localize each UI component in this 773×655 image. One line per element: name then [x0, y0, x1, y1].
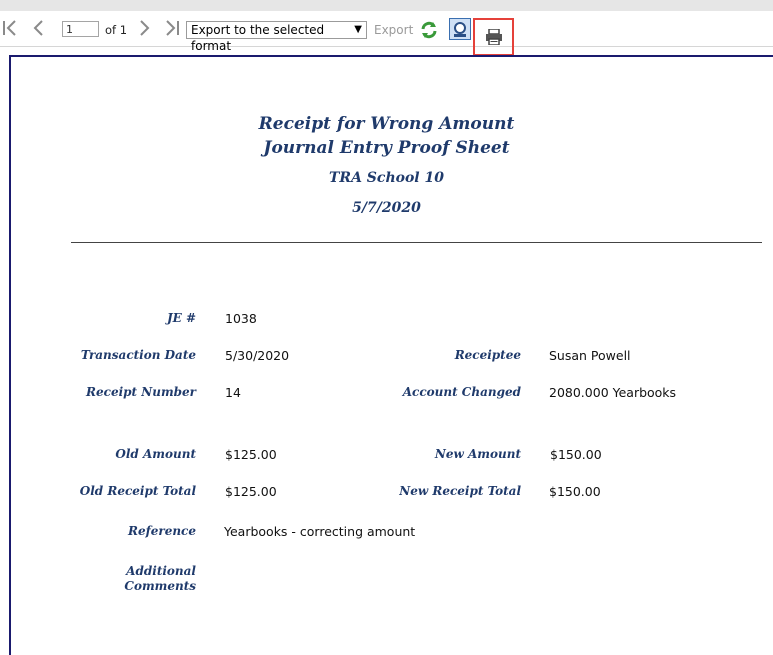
page-count: of 1 [105, 23, 128, 37]
report-toolbar: of 1 Export to the selected format ▼ Exp… [0, 11, 773, 56]
reference-label: Reference [127, 524, 196, 538]
header-divider [71, 242, 762, 243]
print-icon [486, 29, 502, 45]
new-receipt-total-value: $150.00 [549, 484, 601, 499]
dropdown-arrow-icon: ▼ [354, 24, 362, 35]
page-number-input[interactable] [62, 21, 99, 37]
receipt-number-label: Receipt Number [86, 385, 196, 399]
export-format-value: Export to the selected format [191, 23, 325, 53]
account-changed-label: Account Changed [402, 385, 521, 399]
school-name: TRA School 10 [329, 170, 444, 186]
previous-page-icon[interactable] [29, 19, 47, 37]
old-receipt-total-value: $125.00 [225, 484, 277, 499]
new-receipt-total-label: New Receipt Total [399, 484, 521, 498]
transaction-date-label: Transaction Date [80, 348, 196, 362]
report-title: Receipt for Wrong Amount [258, 114, 515, 134]
je-number-value: 1038 [225, 311, 257, 326]
first-page-icon[interactable] [1, 19, 19, 37]
report-subtitle: Journal Entry Proof Sheet [263, 138, 510, 158]
print-button[interactable] [473, 18, 514, 56]
new-amount-value: $150.00 [550, 447, 602, 462]
next-page-icon[interactable] [137, 19, 153, 37]
transaction-date-value: 5/30/2020 [225, 348, 290, 363]
receiptee-value: Susan Powell [549, 348, 631, 363]
new-amount-label: New Amount [434, 447, 521, 461]
reference-value: Yearbooks - correcting amount [224, 524, 416, 539]
additional-comments-label-line2: Comments [124, 579, 196, 593]
old-amount-label: Old Amount [115, 447, 196, 461]
top-strip [0, 0, 773, 11]
export-format-select[interactable]: Export to the selected format ▼ [186, 21, 367, 53]
je-number-label: JE # [166, 311, 196, 325]
export-button[interactable]: Export [374, 23, 413, 37]
receiptee-label: Receiptee [454, 348, 521, 362]
old-amount-value: $125.00 [225, 447, 277, 462]
refresh-icon[interactable] [419, 20, 439, 40]
report-date: 5/7/2020 [352, 200, 421, 216]
account-changed-value: 2080.000 Yearbooks [549, 385, 677, 400]
last-page-icon[interactable] [163, 19, 181, 37]
zoom-icon[interactable] [449, 18, 471, 40]
additional-comments-label-line1: Additional [126, 564, 196, 578]
old-receipt-total-label: Old Receipt Total [79, 484, 196, 498]
receipt-number-value: 14 [225, 385, 241, 400]
